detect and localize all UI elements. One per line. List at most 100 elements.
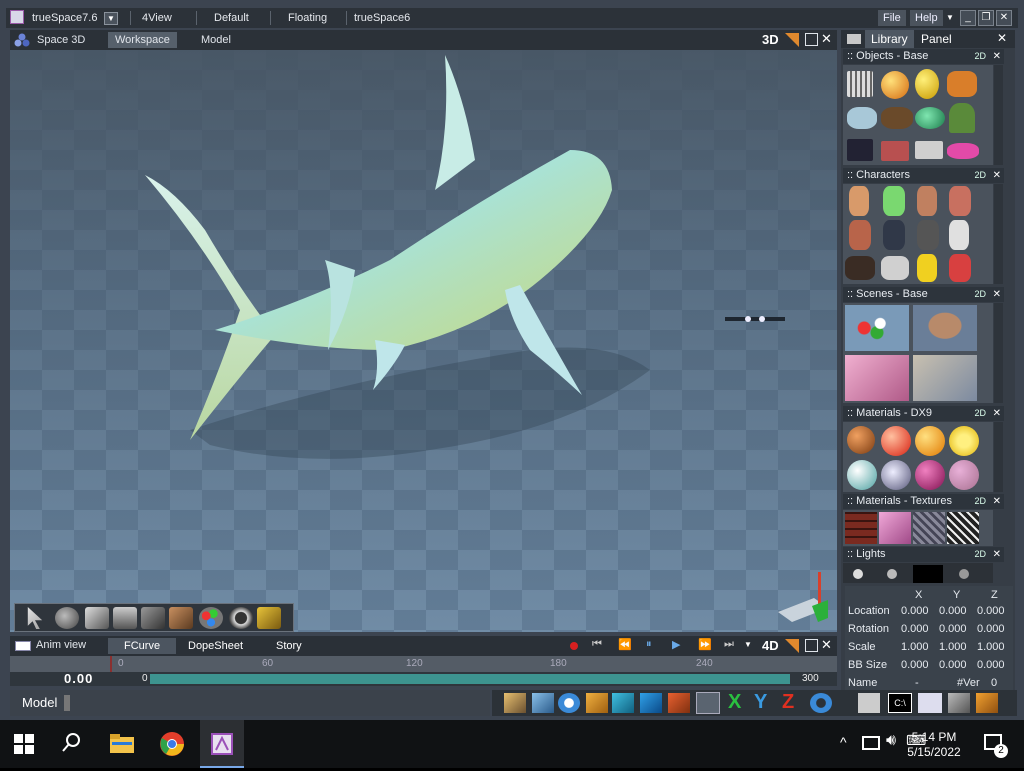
pause-button[interactable]: ⏸ [646, 638, 652, 651]
playhead-marker[interactable] [110, 656, 112, 672]
figure-object[interactable] [881, 141, 909, 161]
corner-orange-icon[interactable] [785, 33, 799, 47]
tab-library[interactable]: Library [865, 30, 914, 48]
chevron-down-icon[interactable]: ▼ [744, 640, 752, 649]
light-2[interactable] [887, 569, 897, 579]
z-axis-button[interactable]: Z [782, 691, 794, 714]
close-view-button[interactable]: ✕ [821, 31, 832, 47]
torus-object[interactable] [915, 107, 945, 129]
x-axis-button[interactable]: X [728, 691, 741, 714]
section-objects-base[interactable]: :: Objects - Base 2D ✕ [843, 49, 1004, 64]
character-2[interactable] [883, 186, 905, 216]
tab-model[interactable]: Model [194, 32, 238, 48]
character-6[interactable] [883, 220, 905, 250]
character-3[interactable] [917, 186, 937, 216]
material-3[interactable] [915, 426, 945, 456]
material-4[interactable] [949, 426, 979, 456]
step-back-button[interactable]: ⏪ [618, 638, 632, 651]
tool-10-icon[interactable] [948, 693, 970, 713]
tool-11-icon[interactable] [976, 693, 998, 713]
section-materials-textures[interactable]: :: Materials - Textures 2D ✕ [843, 494, 1004, 509]
tool-9-icon[interactable] [918, 693, 942, 713]
material-5[interactable] [847, 460, 877, 490]
tool-2-icon[interactable] [532, 693, 554, 713]
go-start-button[interactable]: ⏮ [592, 638, 602, 651]
body-object[interactable] [915, 141, 943, 159]
status-input[interactable] [64, 695, 70, 711]
material-6[interactable] [881, 460, 911, 490]
timeline-ruler[interactable]: 0 60 120 180 240 [10, 656, 837, 672]
material-1[interactable] [847, 426, 875, 454]
tool-1-icon[interactable] [504, 693, 526, 713]
cow-object[interactable] [881, 107, 913, 129]
close-panel-button[interactable]: ✕ [997, 31, 1007, 45]
character-5[interactable] [849, 220, 871, 250]
character-10[interactable] [881, 256, 909, 280]
tab-panel[interactable]: Panel [915, 30, 958, 48]
material-7[interactable] [915, 460, 945, 490]
ring-icon[interactable] [229, 607, 253, 629]
section-characters[interactable]: :: Characters 2D ✕ [843, 168, 1004, 183]
section-materials-dx9[interactable]: :: Materials - DX9 2D ✕ [843, 406, 1004, 421]
chevron-down-icon[interactable]: ▼ [946, 13, 954, 22]
tool-6-icon[interactable] [640, 693, 662, 713]
character-8[interactable] [949, 220, 969, 250]
character-1[interactable] [849, 186, 869, 216]
egg-object[interactable] [915, 69, 939, 99]
car-object[interactable] [947, 143, 979, 159]
chevron-up-icon[interactable]: ^ [840, 734, 847, 750]
tab-fcurve[interactable]: FCurve [108, 638, 177, 654]
move-icon[interactable] [85, 607, 109, 629]
cycle-icon[interactable] [810, 693, 832, 713]
texture-pink[interactable] [879, 512, 911, 544]
tool-4-icon[interactable] [586, 693, 608, 713]
light-3[interactable] [913, 565, 943, 583]
start-frame[interactable]: 0 [142, 673, 148, 684]
end-frame[interactable]: 300 [802, 673, 819, 684]
select-arrow-icon[interactable] [27, 607, 43, 629]
scale-icon[interactable] [113, 607, 137, 629]
tool-5-icon[interactable] [612, 693, 634, 713]
tab-truespace6[interactable]: trueSpace6 [348, 10, 416, 26]
section-scenes-base[interactable]: :: Scenes - Base 2D ✕ [843, 287, 1004, 302]
rotate-icon[interactable] [55, 607, 79, 629]
3d-viewport[interactable] [10, 50, 837, 632]
texture-brick[interactable] [845, 512, 877, 544]
minimize-button[interactable]: _ [960, 10, 976, 26]
maximize-button[interactable]: ❐ [978, 10, 994, 26]
tab-dopesheet[interactable]: DopeSheet [178, 638, 253, 654]
material-2[interactable] [881, 426, 911, 456]
timeline-range-bar[interactable] [150, 674, 790, 684]
record-button[interactable] [570, 642, 578, 650]
tab-4view[interactable]: 4View [136, 10, 178, 26]
tab-workspace[interactable]: Workspace [108, 32, 177, 48]
bridge-icon[interactable] [169, 607, 193, 629]
truespace-taskbar-icon[interactable] [200, 720, 244, 768]
materials-dx9-scrollbar[interactable] [994, 422, 1003, 492]
scene-head[interactable] [913, 305, 977, 351]
scene-face[interactable] [913, 355, 977, 401]
light-4[interactable] [959, 569, 969, 579]
tab-story[interactable]: Story [268, 638, 310, 654]
plant-object[interactable] [847, 139, 873, 161]
view-mode-label[interactable]: 3D [762, 32, 779, 47]
tab-floating[interactable]: Floating [282, 10, 333, 26]
sphere-object[interactable] [881, 71, 909, 99]
windows-start-icon[interactable] [12, 730, 40, 758]
tree-object[interactable] [949, 103, 975, 133]
cube-object[interactable] [847, 71, 873, 97]
maximize-view-button[interactable] [805, 33, 818, 46]
tool-3-icon[interactable] [558, 693, 580, 713]
maximize-anim-button[interactable] [805, 639, 818, 652]
texture-grid[interactable] [947, 512, 979, 544]
play-button[interactable]: ▶ [672, 638, 680, 651]
network-icon[interactable] [862, 736, 880, 750]
character-9[interactable] [845, 256, 875, 280]
palette-icon[interactable] [199, 607, 223, 629]
wand-icon[interactable] [257, 607, 281, 629]
chrome-icon[interactable] [158, 730, 186, 758]
help-menu[interactable]: Help [910, 10, 943, 26]
characters-scrollbar[interactable] [994, 184, 1003, 284]
tab-default[interactable]: Default [208, 10, 255, 26]
axis-gizmo-icon[interactable] [774, 572, 830, 624]
